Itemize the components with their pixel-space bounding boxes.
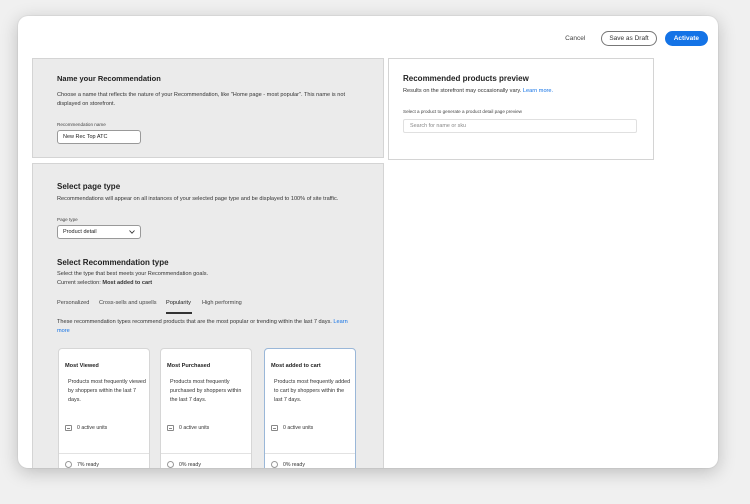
current-selection: Current selection: Most added to cart (57, 280, 153, 286)
chevron-down-icon (129, 230, 135, 234)
preview-note: Results on the storefront may occasional… (403, 88, 554, 94)
name-recommendation-panel: Name your Recommendation Choose a name t… (32, 58, 384, 158)
card-title: Most Viewed (65, 363, 99, 369)
card-description: Products most frequently viewed by shopp… (68, 379, 146, 403)
card-divider (265, 453, 355, 454)
card-ready-status: 0% ready (271, 461, 305, 468)
card-most-added-to-cart[interactable]: Most added to cart Products most frequen… (264, 348, 356, 468)
rec-type-description: Select the type that best meets your Rec… (57, 271, 209, 277)
name-section-title: Name your Recommendation (57, 74, 161, 83)
units-icon (65, 425, 72, 431)
tab-high-performing[interactable]: High performing (202, 300, 242, 306)
tab-learn-more-link[interactable]: Learn (333, 319, 347, 325)
tab-learn-more-link-continued[interactable]: more (57, 328, 70, 334)
tab-popularity[interactable]: Popularity (166, 300, 191, 306)
card-most-viewed[interactable]: Most Viewed Products most frequently vie… (58, 348, 150, 468)
rec-type-title: Select Recommendation type (57, 258, 169, 267)
app-window: Cancel Save as Draft Activate Name your … (18, 16, 718, 468)
active-tab-indicator (166, 312, 192, 314)
card-title: Most Purchased (167, 363, 211, 369)
page-type-select[interactable]: Product detail (57, 225, 141, 239)
recommendation-name-input[interactable]: New Rec Top ATC (57, 130, 141, 144)
units-icon (271, 425, 278, 431)
action-bar: Cancel Save as Draft Activate (557, 31, 708, 46)
card-ready-status: 0% ready (167, 461, 201, 468)
product-search-input[interactable]: Search for name or sku (403, 119, 637, 133)
units-icon (167, 425, 174, 431)
activate-button[interactable]: Activate (664, 31, 708, 46)
card-units: 0 active units (65, 425, 107, 431)
preview-select-label: Select a product to generate a product d… (403, 109, 523, 114)
cancel-button[interactable]: Cancel (557, 31, 593, 46)
name-section-description: Choose a name that reflects the nature o… (57, 92, 346, 107)
tab-description: These recommendation types recommend pro… (57, 319, 348, 334)
card-most-purchased[interactable]: Most Purchased Products most frequently … (160, 348, 252, 468)
products-preview-panel: Recommended products preview Results on … (388, 58, 654, 160)
card-title: Most added to cart (271, 363, 321, 369)
card-description: Products most frequently purchased by sh… (170, 379, 242, 403)
tab-personalized[interactable]: Personalized (57, 300, 89, 306)
progress-ring-icon (271, 461, 278, 468)
tab-cross-sells-upsells[interactable]: Cross-sells and upsells (99, 300, 157, 306)
card-description: Products most frequently added to cart b… (274, 379, 351, 403)
save-as-draft-button[interactable]: Save as Draft (601, 31, 657, 46)
page-type-title: Select page type (57, 182, 121, 191)
preview-title: Recommended products preview (403, 74, 529, 83)
recommendation-name-label: Recommendation name (57, 122, 106, 127)
page-type-label: Page type (57, 217, 78, 222)
card-divider (59, 453, 149, 454)
card-ready-status: 7% ready (65, 461, 99, 468)
progress-ring-icon (167, 461, 174, 468)
card-units: 0 active units (271, 425, 313, 431)
page-type-description: Recommendations will appear on all insta… (57, 196, 339, 202)
card-units: 0 active units (167, 425, 209, 431)
progress-ring-icon (65, 461, 72, 468)
card-divider (161, 453, 251, 454)
preview-learn-more-link[interactable]: Learn more. (523, 88, 553, 94)
